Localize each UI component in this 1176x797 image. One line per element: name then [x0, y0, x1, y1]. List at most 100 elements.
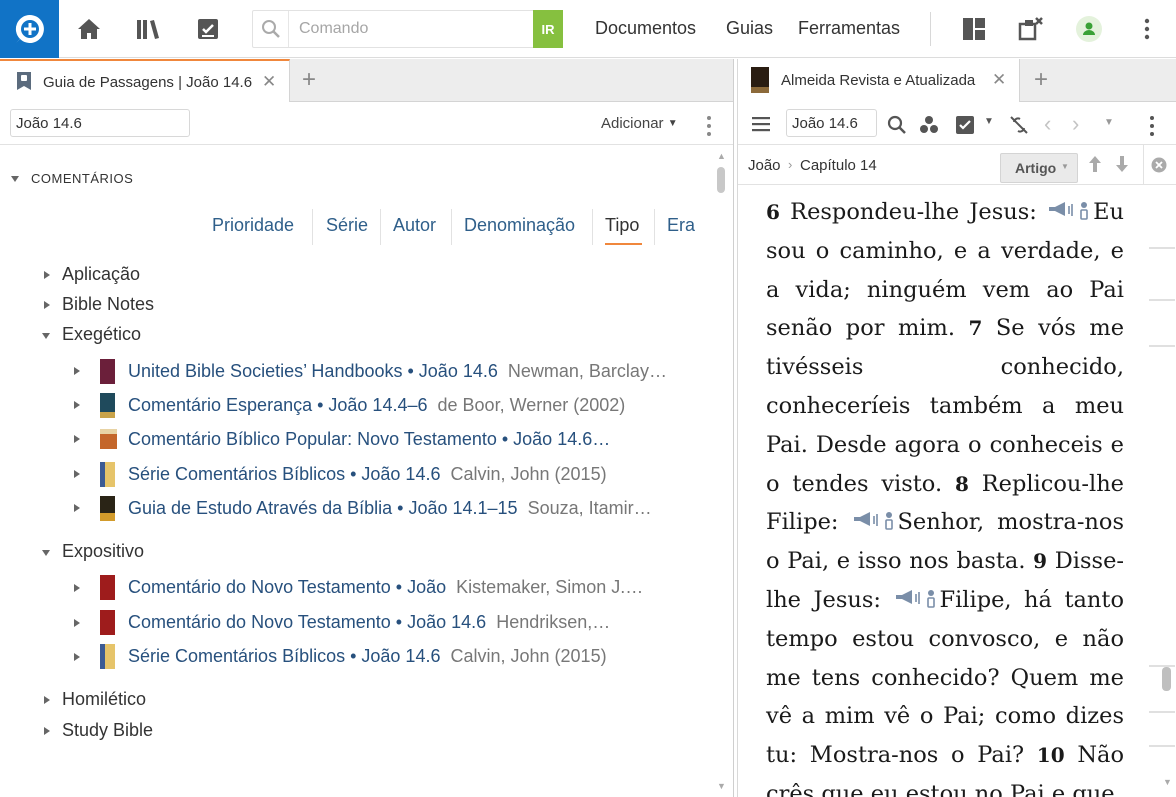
chapter-tick — [1149, 247, 1175, 249]
sort-tab-series[interactable]: Série — [326, 215, 368, 236]
speaker-icon — [895, 589, 935, 608]
group-homiletico[interactable]: Homilético — [62, 689, 146, 710]
expand-icon[interactable] — [74, 584, 80, 592]
expand-icon[interactable] — [74, 435, 80, 443]
collapse-icon[interactable] — [42, 550, 50, 556]
expand-icon[interactable] — [44, 696, 50, 704]
library-icon[interactable] — [134, 14, 164, 44]
checklist-icon[interactable] — [193, 14, 223, 44]
sort-tab-priority[interactable]: Prioridade — [212, 215, 294, 236]
bible-panel: Almeida Revista e Atualizada ✕ + ▼ ‹ › ▼… — [737, 59, 1176, 797]
scroll-thumb[interactable] — [1162, 667, 1171, 691]
group-study-bible[interactable]: Study Bible — [62, 720, 153, 741]
home-icon[interactable] — [74, 14, 104, 44]
list-item[interactable]: Comentário do Novo Testamento • João Kis… — [128, 577, 643, 598]
expand-icon[interactable] — [74, 653, 80, 661]
arrow-down-icon[interactable] — [1115, 155, 1129, 178]
verse-number[interactable]: 10 — [1037, 743, 1065, 767]
add-tab-icon[interactable]: + — [1034, 68, 1048, 92]
book-cover-icon — [100, 496, 115, 521]
menu-tools[interactable]: Ferramentas — [798, 18, 900, 39]
verse-number[interactable]: 8 — [955, 472, 969, 496]
left-scrollbar[interactable]: ▲ ▼ — [713, 149, 729, 797]
group-aplicacao[interactable]: Aplicação — [62, 264, 140, 285]
list-item[interactable]: Comentário Esperança • João 14.4–6 de Bo… — [128, 395, 625, 416]
more-options-icon[interactable] — [1132, 14, 1162, 44]
sort-tab-denomination[interactable]: Denominação — [464, 215, 575, 236]
scroll-up-icon[interactable]: ▲ — [717, 151, 726, 161]
link-sync-icon[interactable] — [1008, 114, 1030, 141]
tab-bible[interactable]: Almeida Revista e Atualizada ✕ — [738, 59, 1020, 102]
reference-input[interactable] — [10, 109, 190, 137]
list-item[interactable]: Comentário Bíblico Popular: Novo Testame… — [128, 429, 610, 450]
highlighting-icon[interactable] — [955, 115, 975, 140]
expand-icon[interactable] — [74, 401, 80, 409]
chapter-tick — [1149, 345, 1175, 347]
list-item[interactable]: Comentário do Novo Testamento • João 14.… — [128, 612, 610, 633]
divider — [380, 209, 381, 245]
menu-icon[interactable] — [752, 116, 772, 137]
back-icon[interactable]: ‹ — [1044, 111, 1051, 137]
breadcrumb-separator-icon: › — [788, 157, 793, 172]
command-input[interactable] — [290, 11, 534, 47]
close-tab-icon[interactable]: ✕ — [992, 70, 1006, 90]
sort-tab-era[interactable]: Era — [667, 215, 695, 236]
expand-icon[interactable] — [44, 727, 50, 735]
visual-filters-icon[interactable] — [919, 115, 939, 140]
arrow-up-icon[interactable] — [1088, 155, 1102, 178]
sort-tab-author[interactable]: Autor — [393, 215, 436, 236]
list-item[interactable]: Série Comentários Bíblicos • João 14.6 C… — [128, 646, 607, 667]
article-button[interactable]: Artigo ▼ — [1000, 153, 1078, 183]
search-icon[interactable] — [887, 115, 907, 140]
divider — [592, 209, 593, 245]
reference-input[interactable] — [786, 109, 877, 137]
chapter-tick — [1149, 665, 1175, 667]
passage-guide-icon — [17, 72, 31, 90]
forward-icon[interactable]: › — [1072, 111, 1079, 137]
account-icon[interactable] — [1074, 14, 1104, 44]
menu-documents[interactable]: Documentos — [595, 18, 696, 39]
expand-icon[interactable] — [74, 619, 80, 627]
scroll-down-icon[interactable]: ▼ — [717, 781, 726, 791]
expand-icon[interactable] — [74, 367, 80, 375]
list-item[interactable]: Série Comentários Bíblicos • João 14.6 C… — [128, 464, 607, 485]
close-tab-icon[interactable]: ✕ — [262, 72, 276, 92]
verse-number[interactable]: 6 — [766, 200, 780, 224]
breadcrumb-book[interactable]: João — [748, 157, 781, 174]
divider — [1143, 145, 1144, 185]
group-exegetico[interactable]: Exegético — [62, 324, 141, 345]
panel-menu-icon[interactable] — [706, 115, 712, 142]
group-expositivo[interactable]: Expositivo — [62, 541, 144, 562]
logos-home-logo[interactable] — [0, 0, 59, 58]
panel-menu-icon[interactable] — [1149, 115, 1155, 142]
collapse-icon[interactable] — [11, 176, 19, 182]
expand-icon[interactable] — [74, 470, 80, 478]
list-item[interactable]: United Bible Societies’ Handbooks • João… — [128, 361, 667, 382]
expand-icon[interactable] — [44, 301, 50, 309]
verse-number[interactable]: 9 — [1033, 549, 1047, 573]
collapse-icon[interactable] — [42, 333, 50, 339]
chevron-down-icon[interactable]: ▼ — [984, 116, 994, 127]
scroll-thumb[interactable] — [717, 167, 725, 193]
expand-icon[interactable] — [44, 271, 50, 279]
section-commentaries[interactable]: COMENTÁRIOS — [31, 171, 133, 186]
verse-number[interactable]: 7 — [968, 316, 982, 340]
add-tab-icon[interactable]: + — [302, 68, 316, 92]
tab-title: Almeida Revista e Atualizada — [781, 72, 976, 89]
active-tab-indicator — [605, 243, 642, 245]
close-circle-icon[interactable] — [1151, 157, 1167, 178]
expand-icon[interactable] — [74, 504, 80, 512]
menu-guides[interactable]: Guias — [726, 18, 773, 39]
group-bible-notes[interactable]: Bible Notes — [62, 294, 154, 315]
breadcrumb-chapter[interactable]: Capítulo 14 — [800, 157, 877, 174]
layouts-icon[interactable] — [959, 14, 989, 44]
scroll-down-icon[interactable]: ▼ — [1163, 777, 1172, 787]
add-dropdown-button[interactable]: Adicionar ▼ — [601, 115, 678, 132]
chapter-scrollbar[interactable]: ▼ — [1148, 199, 1176, 797]
go-button[interactable]: IR — [533, 10, 563, 48]
sort-tab-type[interactable]: Tipo — [605, 215, 639, 236]
list-item[interactable]: Guia de Estudo Através da Bíblia • João … — [128, 498, 652, 519]
history-dropdown-icon[interactable]: ▼ — [1104, 117, 1114, 128]
close-panels-icon[interactable] — [1016, 14, 1046, 44]
tab-passage-guide[interactable]: Guia de Passagens | João 14.6 ✕ — [0, 59, 290, 102]
